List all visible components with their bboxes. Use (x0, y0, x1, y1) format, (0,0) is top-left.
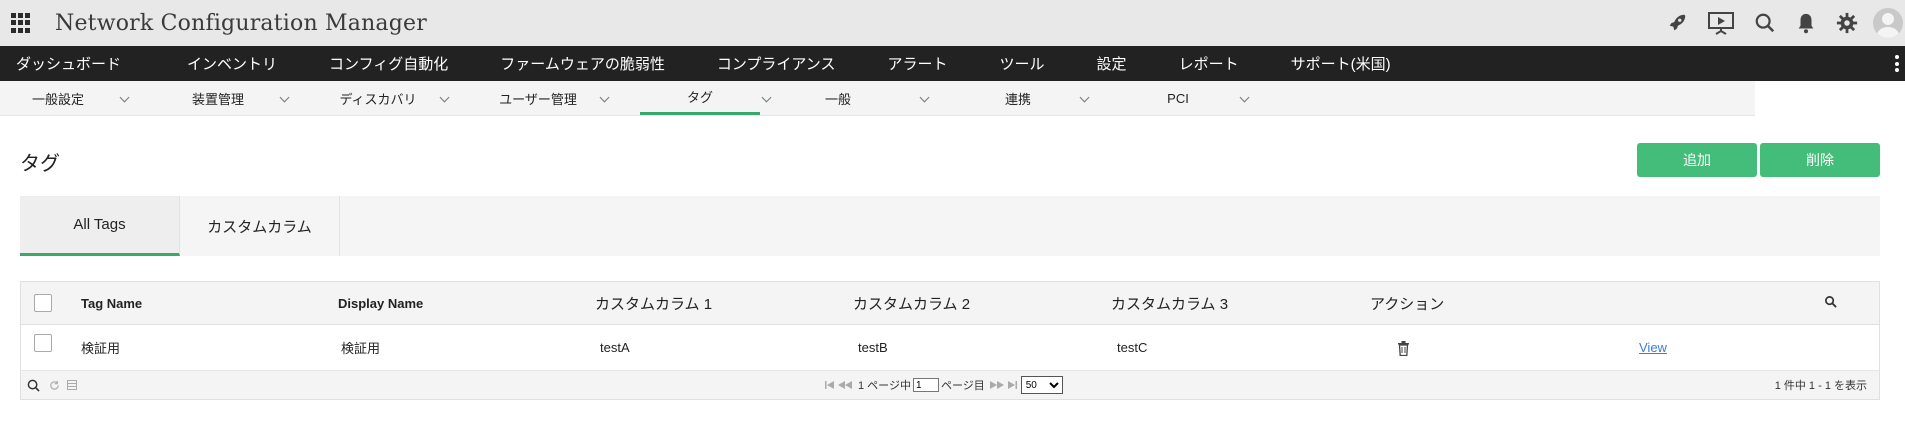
page-size-select[interactable]: 50 (1020, 376, 1063, 394)
col-tag-name[interactable]: Tag Name (81, 296, 142, 311)
subnav-label: 一般 (824, 91, 851, 107)
next-page-icon[interactable] (989, 380, 1005, 390)
table-header: Tag Name Display Name カスタムカラム 1 カスタムカラム … (21, 282, 1879, 325)
nav-support[interactable]: サポート(米国) (1275, 53, 1413, 74)
col-action: アクション (1370, 295, 1445, 313)
tab-custom-columns[interactable]: カスタムカラム (180, 196, 340, 256)
nav-alerts[interactable]: アラート (872, 53, 984, 74)
chevron-down-icon (279, 92, 290, 103)
chevron-down-icon (439, 92, 450, 103)
nav-dashboard[interactable]: ダッシュボード (0, 53, 171, 74)
subnav-device-management[interactable]: 装置管理 (160, 81, 320, 115)
header-icons (1648, 0, 1905, 46)
user-avatar-icon[interactable] (1873, 8, 1903, 38)
subnav-label: ユーザー管理 (499, 91, 577, 107)
rocket-icon[interactable] (1665, 11, 1689, 35)
cell-tag-name: 検証用 (81, 341, 121, 356)
subnav-label: 一般設定 (31, 91, 84, 107)
table-footer: 1 ページ中 ページ目 50 1 件中 1 - 1 を表示 (21, 371, 1879, 399)
table-row: 検証用 検証用 testA testB testC View (21, 325, 1879, 371)
nav-reports[interactable]: レポート (1163, 53, 1275, 74)
subnav-tags[interactable]: タグ (640, 81, 772, 115)
page-title: タグ (20, 153, 60, 175)
nav-settings[interactable]: 設定 (1081, 53, 1163, 74)
columns-icon[interactable] (67, 371, 77, 399)
nav-tools[interactable]: ツール (984, 53, 1081, 74)
app-header: Network Configuration Manager (0, 0, 1905, 46)
page-label-before: 1 ページ中 (858, 380, 911, 392)
cell-custom-2: testB (858, 340, 888, 355)
subnav-integration[interactable]: 連携 (960, 81, 1120, 115)
cell-custom-3: testC (1117, 340, 1148, 355)
cell-custom-1: testA (600, 340, 630, 355)
nav-inventory[interactable]: インベントリ (171, 53, 313, 74)
app-grid-icon[interactable] (11, 13, 31, 33)
nav-config-automation[interactable]: コンフィグ自動化 (313, 53, 484, 74)
subnav-discovery[interactable]: ディスカバリ (320, 81, 480, 115)
sub-nav: 一般設定 装置管理 ディスカバリ ユーザー管理 タグ 一般 連携 PCI (0, 81, 1755, 116)
main-nav: ダッシュボード インベントリ コンフィグ自動化 ファームウェアの脆弱性 コンプラ… (0, 46, 1905, 81)
col-display-name[interactable]: Display Name (338, 296, 423, 311)
page-label-after: ページ目 (940, 380, 985, 392)
delete-button[interactable]: 削除 (1760, 143, 1880, 177)
subnav-general-settings[interactable]: 一般設定 (0, 81, 160, 115)
select-all-checkbox[interactable] (34, 294, 52, 312)
tag-tabs: All Tags カスタムカラム (20, 196, 1880, 256)
subnav-label: PCI (1167, 90, 1189, 106)
more-menu-icon[interactable] (1895, 55, 1899, 72)
prev-page-icon[interactable] (837, 380, 853, 390)
subnav-general[interactable]: 一般 (760, 81, 960, 115)
chevron-down-icon (119, 92, 130, 103)
presentation-icon[interactable] (1706, 11, 1736, 35)
last-page-icon[interactable] (1007, 380, 1017, 390)
chevron-down-icon (1079, 92, 1090, 103)
record-summary: 1 件中 1 - 1 を表示 (1774, 380, 1867, 392)
subnav-label: タグ (686, 90, 713, 105)
trash-icon[interactable] (1397, 341, 1410, 359)
col-custom-2[interactable]: カスタムカラム 2 (853, 293, 970, 314)
subnav-label: 連携 (1004, 91, 1031, 107)
first-page-icon[interactable] (825, 380, 835, 390)
chevron-down-icon (919, 92, 930, 103)
page-number-input[interactable] (912, 378, 939, 392)
subnav-pci[interactable]: PCI (1120, 81, 1280, 115)
chevron-down-icon (1239, 92, 1250, 103)
view-link[interactable]: View (1639, 340, 1667, 355)
add-button[interactable]: 追加 (1637, 143, 1757, 177)
search-icon[interactable] (1753, 11, 1777, 35)
col-custom-3[interactable]: カスタムカラム 3 (1111, 293, 1228, 314)
chevron-down-icon (599, 92, 610, 103)
tab-all-tags[interactable]: All Tags (20, 196, 180, 256)
subnav-label: 装置管理 (191, 91, 244, 107)
nav-firmware-vulnerability[interactable]: ファームウェアの脆弱性 (484, 53, 701, 74)
gear-icon[interactable] (1835, 11, 1859, 35)
refresh-icon[interactable] (49, 371, 60, 399)
tags-table: Tag Name Display Name カスタムカラム 1 カスタムカラム … (20, 281, 1880, 400)
cell-display-name: 検証用 (341, 341, 381, 356)
col-custom-1[interactable]: カスタムカラム 1 (595, 293, 712, 314)
pagination: 1 ページ中 ページ目 50 (824, 371, 1063, 399)
subnav-user-management[interactable]: ユーザー管理 (480, 81, 640, 115)
bell-icon[interactable] (1794, 11, 1818, 35)
table-search-icon[interactable] (1824, 295, 1837, 311)
nav-compliance[interactable]: コンプライアンス (701, 53, 872, 74)
footer-search-icon[interactable] (27, 371, 40, 399)
row-checkbox[interactable] (34, 334, 52, 352)
subnav-label: ディスカバリ (339, 91, 417, 107)
app-title: Network Configuration Manager (55, 10, 427, 36)
